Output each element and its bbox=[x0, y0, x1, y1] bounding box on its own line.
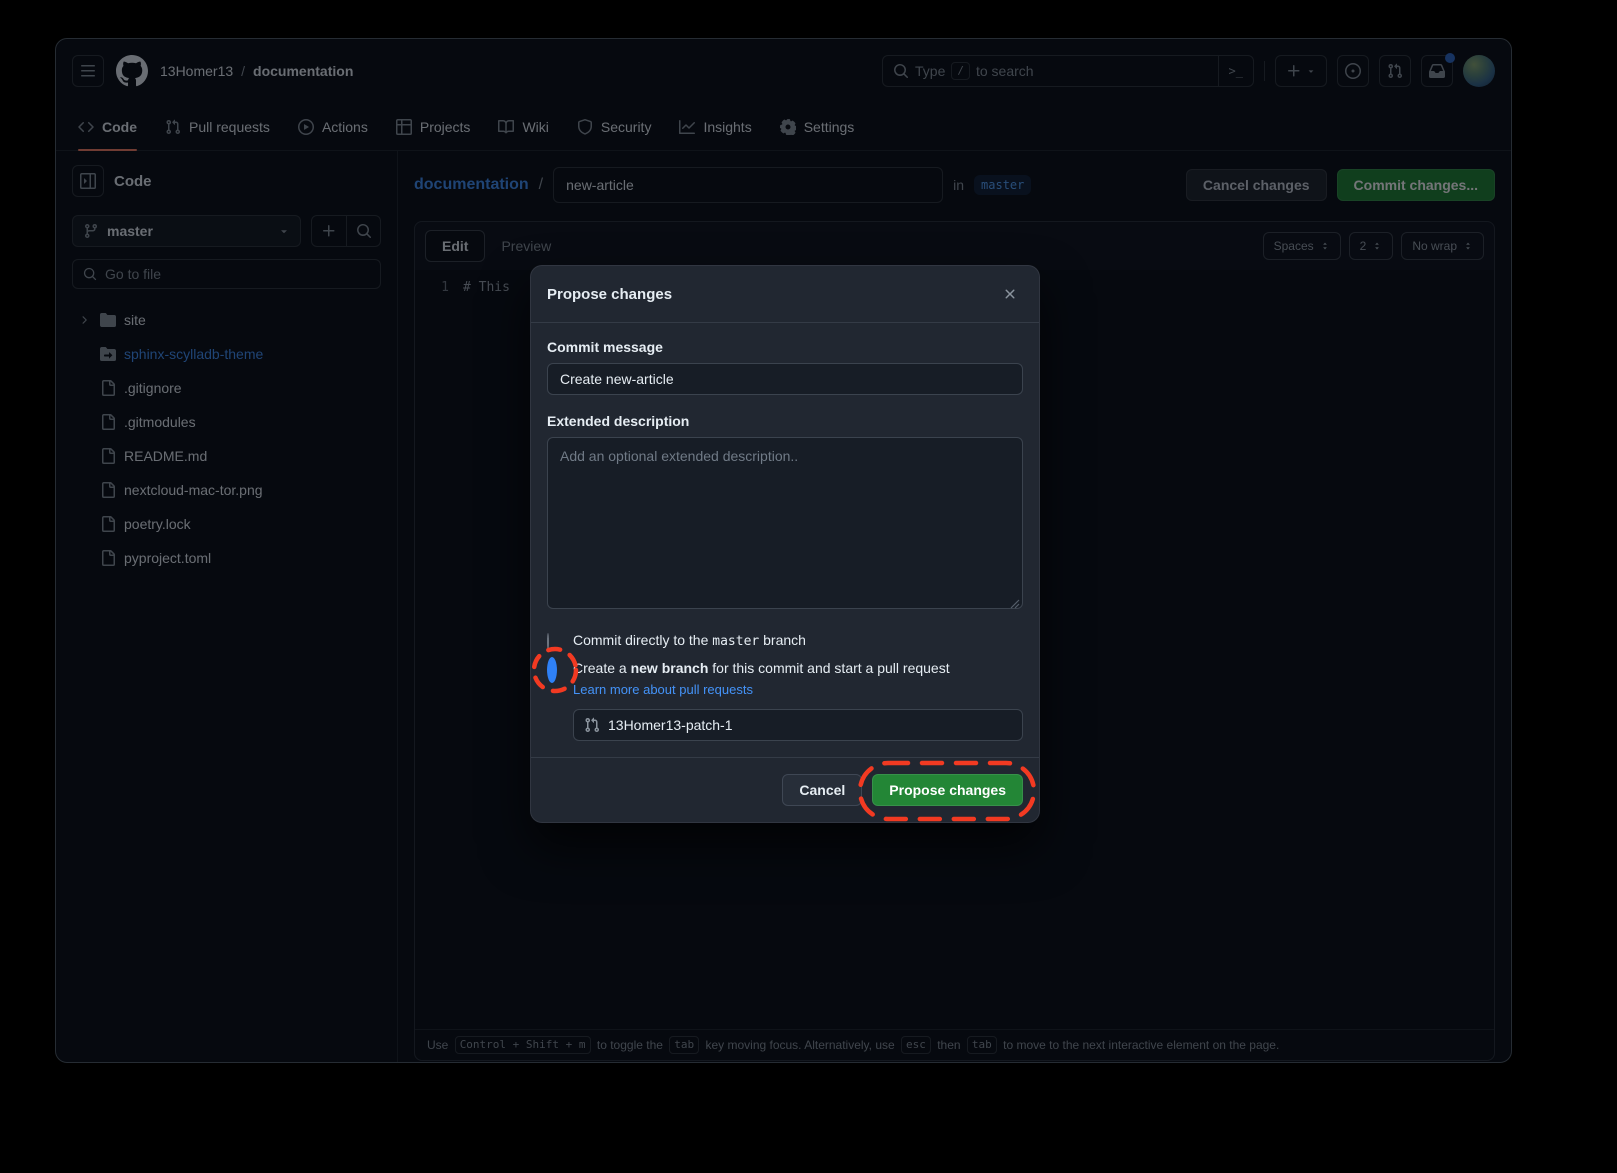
radio-create-branch[interactable]: Create a new branch for this commit and … bbox=[547, 660, 1023, 678]
close-dialog-button[interactable] bbox=[997, 281, 1023, 307]
extended-description-textarea[interactable] bbox=[547, 437, 1023, 609]
radio-unchecked-icon[interactable] bbox=[547, 633, 549, 651]
branch-name-input[interactable] bbox=[608, 717, 1012, 733]
radio-direct-label: Commit directly to the master branch bbox=[573, 632, 806, 649]
commit-message-input[interactable] bbox=[547, 363, 1023, 395]
radio-direct-branch: master bbox=[712, 634, 759, 649]
cancel-button[interactable]: Cancel bbox=[782, 774, 862, 806]
propose-changes-dialog: Propose changes Commit message Extended … bbox=[530, 265, 1040, 823]
radio-new-suffix: for this commit and start a pull request bbox=[708, 660, 949, 676]
commit-message-label: Commit message bbox=[547, 339, 1023, 355]
radio-new-prefix: Create a bbox=[573, 660, 631, 676]
learn-more-link[interactable]: Learn more about pull requests bbox=[573, 682, 753, 697]
extended-description-label: Extended description bbox=[547, 413, 1023, 429]
dialog-title: Propose changes bbox=[547, 286, 672, 303]
close-icon bbox=[1002, 286, 1018, 302]
radio-new-bold: new branch bbox=[631, 660, 709, 676]
radio-direct-suffix: branch bbox=[759, 632, 806, 648]
radio-checked-icon[interactable] bbox=[547, 657, 557, 683]
radio-new-branch-label: Create a new branch for this commit and … bbox=[573, 660, 950, 676]
radio-direct-prefix: Commit directly to the bbox=[573, 632, 712, 648]
git-pull-request-icon bbox=[584, 717, 600, 733]
new-branch-name-field[interactable] bbox=[573, 709, 1023, 741]
propose-changes-button[interactable]: Propose changes bbox=[872, 774, 1023, 806]
radio-commit-direct[interactable]: Commit directly to the master branch bbox=[547, 632, 1023, 650]
